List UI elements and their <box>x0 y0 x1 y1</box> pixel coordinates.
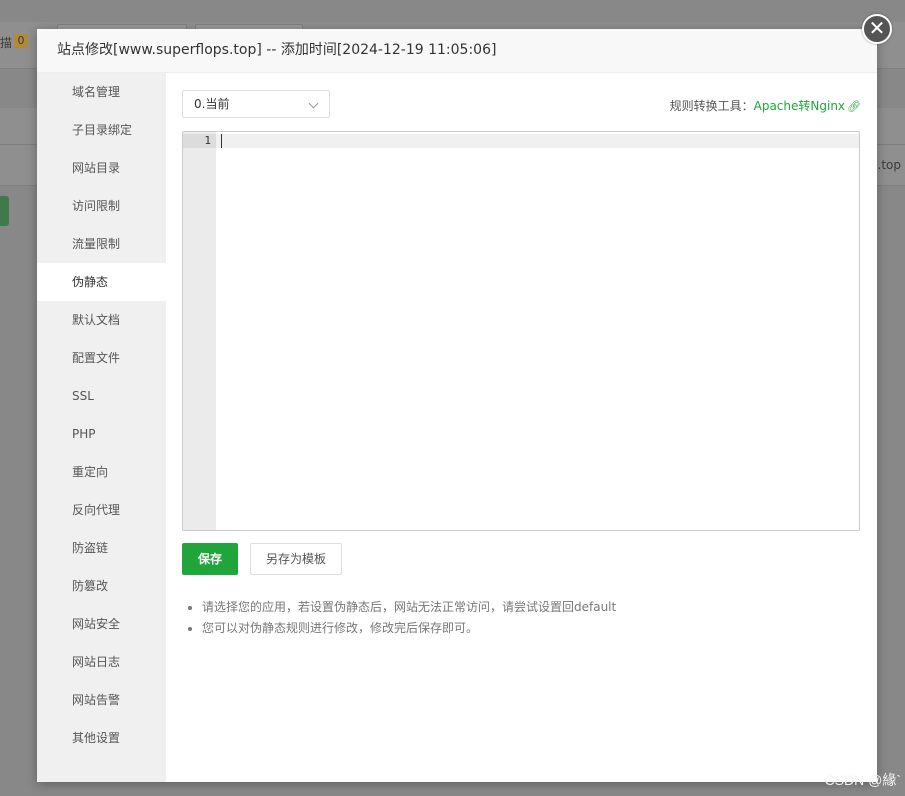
sidebar-item[interactable]: 网站目录 <box>37 149 166 187</box>
save-button[interactable]: 保存 <box>182 543 238 575</box>
sidebar-item[interactable]: 子目录绑定 <box>37 111 166 149</box>
sidebar-item[interactable]: 反向代理 <box>37 491 166 529</box>
editor-cursor <box>221 134 222 148</box>
rewrite-rules-editor[interactable]: 1 <box>182 131 860 531</box>
background-label: 描 <box>0 36 13 50</box>
sidebar-item[interactable]: 配置文件 <box>37 339 166 377</box>
external-link-icon[interactable]: 🔗︎ <box>847 100 861 113</box>
sidebar-item[interactable]: 防篡改 <box>37 567 166 605</box>
tip-item: 请选择您的应用，若设置伪静态后，网站无法正常访问，请尝试设置回default <box>202 597 616 618</box>
sidebar-item[interactable]: SSL <box>37 377 166 415</box>
sidebar-item[interactable]: 网站日志 <box>37 643 166 681</box>
apache-to-nginx-link[interactable]: Apache转Nginx <box>754 99 845 113</box>
modal-title: 站点修改[www.superflops.top] -- 添加时间[2024-12… <box>57 42 497 58</box>
rewrite-template-select[interactable]: 0.当前 <box>182 90 330 118</box>
editor-line-number: 1 <box>204 134 211 147</box>
sidebar-item[interactable]: 流量限制 <box>37 225 166 263</box>
modal-sidebar: 域名管理 子目录绑定 网站目录 访问限制 流量限制 伪静态 默认文档 配置文件 SSL PHP 重定… <box>37 73 166 782</box>
chevron-down-icon <box>308 98 319 109</box>
rewrite-tips: 请选择您的应用，若设置伪静态后，网站无法正常访问，请尝试设置回default 您… <box>184 597 616 639</box>
sidebar-item[interactable]: 伪静态 <box>37 263 166 301</box>
sidebar-item[interactable]: 其他设置 <box>37 719 166 757</box>
rule-convert-label: 规则转换工具： <box>669 99 754 113</box>
watermark: CSDN @緣` <box>824 772 901 788</box>
background-badge: 0 <box>14 34 28 48</box>
editor-gutter <box>183 132 216 530</box>
editor-active-line <box>183 134 859 148</box>
sidebar-item[interactable]: PHP <box>37 415 166 453</box>
sidebar-item[interactable]: 默认文档 <box>37 301 166 339</box>
modal-header: 站点修改[www.superflops.top] -- 添加时间[2024-12… <box>37 29 877 73</box>
rewrite-panel: 0.当前 规则转换工具：Apache转Nginx🔗︎ 1 保存 另存为模板 请选… <box>166 73 877 782</box>
tip-item: 您可以对伪静态规则进行修改，修改完后保存即可。 <box>202 618 616 639</box>
sidebar-item[interactable]: 重定向 <box>37 453 166 491</box>
background-green-button <box>0 196 9 226</box>
sidebar-item[interactable]: 网站安全 <box>37 605 166 643</box>
sidebar-item[interactable]: 访问限制 <box>37 187 166 225</box>
rule-convert-tool: 规则转换工具：Apache转Nginx 🔗︎ <box>670 97 861 114</box>
site-edit-modal: 站点修改[www.superflops.top] -- 添加时间[2024-12… <box>37 29 877 782</box>
sidebar-item[interactable]: 防盗链 <box>37 529 166 567</box>
sidebar-item[interactable]: 网站告警 <box>37 681 166 719</box>
sidebar-item[interactable]: 域名管理 <box>37 73 166 111</box>
rewrite-template-select-value: 0.当前 <box>194 97 230 111</box>
close-icon[interactable]: ✕ <box>862 14 892 44</box>
save-as-template-button[interactable]: 另存为模板 <box>250 543 342 575</box>
